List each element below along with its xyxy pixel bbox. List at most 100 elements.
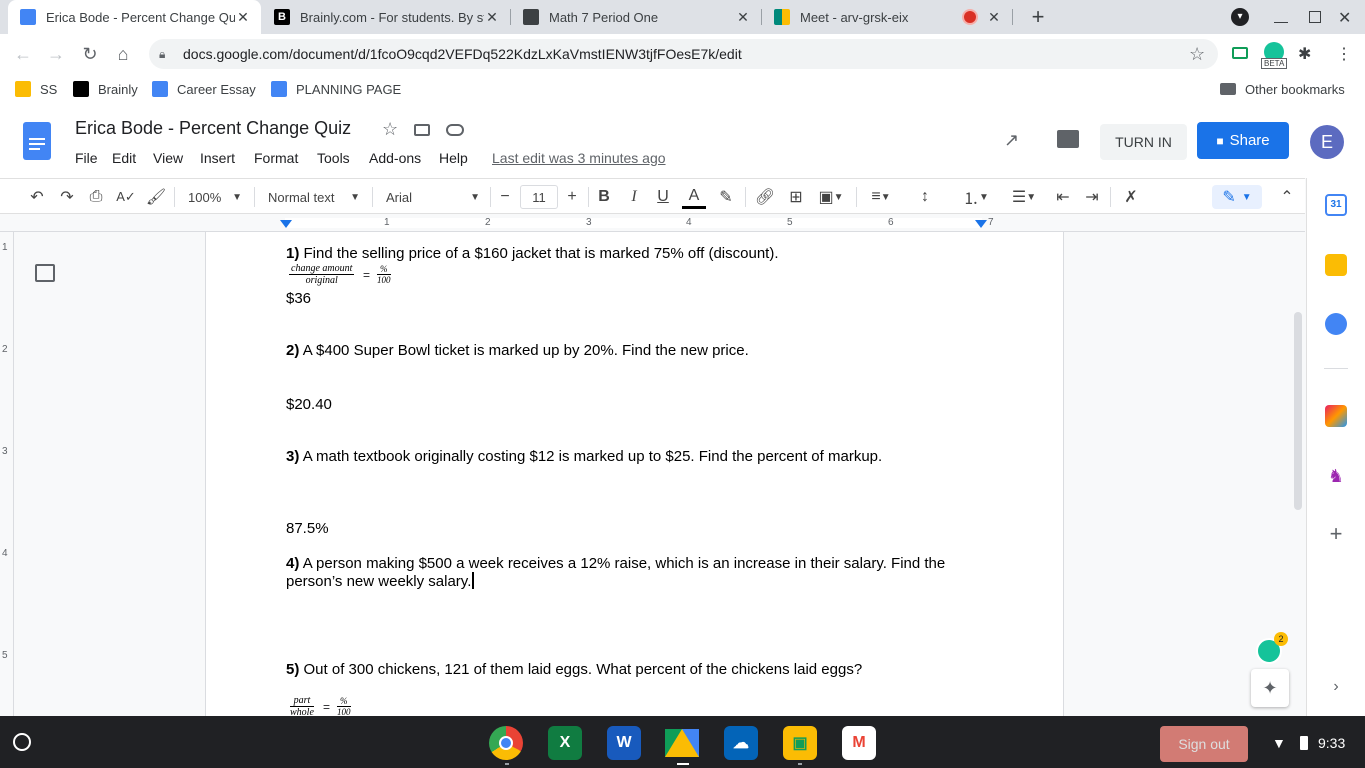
comments-icon[interactable] xyxy=(1057,130,1079,148)
docs-logo-icon[interactable] xyxy=(23,122,51,160)
classroom-icon[interactable]: ▣ xyxy=(783,726,817,760)
menu-insert[interactable]: Insert xyxy=(200,150,235,166)
zoom-select[interactable]: 100% ▼ xyxy=(182,185,248,209)
close-window-icon[interactable]: ✕ xyxy=(1338,8,1351,28)
paint-format-icon[interactable]: 🖌︎ xyxy=(145,185,167,209)
close-icon[interactable]: ✕ xyxy=(986,9,1002,26)
menu-help[interactable]: Help xyxy=(439,150,468,166)
left-indent-marker-icon[interactable] xyxy=(280,220,292,228)
bookmark-brainly[interactable]: Brainly xyxy=(73,80,138,98)
italic-button[interactable]: I xyxy=(624,185,644,209)
question-3[interactable]: 3) A math textbook originally costing $1… xyxy=(286,448,882,465)
tab-classroom[interactable]: Math 7 Period One ✕ xyxy=(511,0,761,34)
menu-view[interactable]: View xyxy=(153,150,183,166)
bookmark-career-essay[interactable]: Career Essay xyxy=(152,80,256,98)
activity-trend-icon[interactable]: ↗ xyxy=(1004,130,1019,151)
extensions-icon[interactable]: ✱ xyxy=(1298,44,1311,64)
undo-icon[interactable]: ↶ xyxy=(26,185,48,209)
menu-format[interactable]: Format xyxy=(254,150,298,166)
forward-icon[interactable]: → xyxy=(42,40,70,68)
close-icon[interactable]: ✕ xyxy=(235,9,251,26)
tab-meet[interactable]: Meet - arv-grsk-eix ✕ xyxy=(762,0,1012,34)
close-icon[interactable]: ✕ xyxy=(484,9,500,26)
answer-1[interactable]: $36 xyxy=(286,290,311,307)
gmail-icon[interactable]: M xyxy=(842,726,876,760)
collapse-menus-icon[interactable]: ⌃ xyxy=(1276,185,1298,209)
tab-docs[interactable]: Erica Bode - Percent Change Qui ✕ xyxy=(8,0,261,34)
battery-icon[interactable] xyxy=(1300,736,1308,750)
question-4[interactable]: 4) A person making $500 a week receives … xyxy=(286,555,945,572)
decrease-font-size-button[interactable]: − xyxy=(495,185,515,209)
document-outline-icon[interactable] xyxy=(35,264,55,282)
share-button[interactable]: ■ Share xyxy=(1197,122,1289,159)
question-5[interactable]: 5) Out of 300 chickens, 121 of them laid… xyxy=(286,661,862,678)
font-select[interactable]: Arial ▼ xyxy=(380,185,486,209)
numbered-list-icon[interactable]: ⒈ ▼ xyxy=(956,185,996,209)
question-2[interactable]: 2) A $400 Super Bowl ticket is marked up… xyxy=(286,342,749,359)
last-edit-link[interactable]: Last edit was 3 minutes ago xyxy=(492,150,666,166)
minimize-icon[interactable] xyxy=(1274,9,1288,23)
explore-icon[interactable]: ✦ xyxy=(1251,669,1289,707)
redo-icon[interactable]: ↷ xyxy=(56,185,78,209)
highlight-icon[interactable]: ✎ xyxy=(716,185,736,209)
star-icon[interactable]: ☆ xyxy=(382,119,398,140)
turn-in-button[interactable]: TURN IN xyxy=(1100,124,1187,160)
clear-formatting-icon[interactable]: ✗ xyxy=(1120,185,1142,209)
onedrive-icon[interactable]: ☁ xyxy=(724,726,758,760)
menu-tools[interactable]: Tools xyxy=(317,150,350,166)
launcher-icon[interactable] xyxy=(13,733,31,751)
add-addon-icon[interactable]: + xyxy=(1325,523,1347,545)
new-tab-button[interactable]: + xyxy=(1026,5,1050,29)
scrollbar-thumb[interactable] xyxy=(1294,312,1302,510)
document-title[interactable]: Erica Bode - Percent Change Quiz xyxy=(75,118,351,139)
decrease-indent-icon[interactable]: ⇤ xyxy=(1052,185,1074,209)
bookmark-ss[interactable]: SS xyxy=(15,80,57,98)
calendar-icon[interactable]: 31 xyxy=(1325,194,1347,216)
text-color-button[interactable]: A xyxy=(682,185,706,209)
line-spacing-icon[interactable]: ↕ xyxy=(914,185,936,209)
underline-button[interactable]: U xyxy=(653,185,673,209)
keep-icon[interactable] xyxy=(1325,254,1347,276)
tab-search-icon[interactable]: ▾ xyxy=(1231,8,1249,26)
bold-button[interactable]: B xyxy=(594,185,614,209)
sign-out-button[interactable]: Sign out xyxy=(1160,726,1248,762)
wifi-icon[interactable]: ▼ xyxy=(1272,735,1286,751)
question-1[interactable]: 1) Find the selling price of a $160 jack… xyxy=(286,245,779,262)
bulleted-list-icon[interactable]: ☰ ▼ xyxy=(1004,185,1044,209)
increase-indent-icon[interactable]: ⇥ xyxy=(1081,185,1103,209)
excel-icon[interactable]: X xyxy=(548,726,582,760)
answer-2[interactable]: $20.40 xyxy=(286,396,332,413)
menu-addons[interactable]: Add-ons xyxy=(369,150,421,166)
back-icon[interactable]: ← xyxy=(9,40,37,68)
editing-mode-icon[interactable]: ✎ ▼ xyxy=(1212,185,1262,209)
drive-icon[interactable] xyxy=(665,726,699,760)
spellcheck-icon[interactable]: A✓ xyxy=(115,185,137,209)
right-indent-marker-icon[interactable] xyxy=(975,220,987,228)
answer-3[interactable]: 87.5% xyxy=(286,520,329,537)
menu-edit[interactable]: Edit xyxy=(112,150,136,166)
addon-icon[interactable] xyxy=(1325,405,1347,427)
expand-panel-icon[interactable]: › xyxy=(1325,676,1347,698)
word-icon[interactable]: W xyxy=(607,726,641,760)
chrome-menu-icon[interactable]: ⋮ xyxy=(1336,44,1352,64)
restore-icon[interactable] xyxy=(1309,11,1321,23)
home-icon[interactable]: ⌂ xyxy=(109,40,137,68)
bookmark-star-icon[interactable]: ☆ xyxy=(1189,44,1205,65)
link-icon[interactable]: 🔗︎ xyxy=(754,185,776,209)
add-comment-icon[interactable]: ⊞ xyxy=(785,185,807,209)
cloud-status-icon[interactable] xyxy=(446,124,464,136)
addon-unicorn-icon[interactable]: ♞ xyxy=(1325,465,1347,487)
address-bar[interactable]: 🔒︎ docs.google.com/document/d/1fcoO9cqd2… xyxy=(149,39,1218,69)
close-icon[interactable]: ✕ xyxy=(735,9,751,26)
document-page[interactable] xyxy=(205,232,1064,716)
tab-brainly[interactable]: B Brainly.com - For students. By st ✕ xyxy=(262,0,510,34)
font-size-input[interactable]: 11 xyxy=(520,185,558,209)
cast-icon[interactable] xyxy=(1232,47,1248,59)
insert-image-icon[interactable]: ▣ ▼ xyxy=(814,185,848,209)
other-bookmarks[interactable]: Other bookmarks xyxy=(1220,80,1345,98)
reload-icon[interactable]: ↻ xyxy=(76,40,104,68)
tasks-icon[interactable] xyxy=(1325,313,1347,335)
chrome-icon[interactable] xyxy=(489,726,523,760)
avatar[interactable]: E xyxy=(1310,125,1344,159)
question-4-continued[interactable]: person’s new weekly salary. xyxy=(286,572,475,590)
